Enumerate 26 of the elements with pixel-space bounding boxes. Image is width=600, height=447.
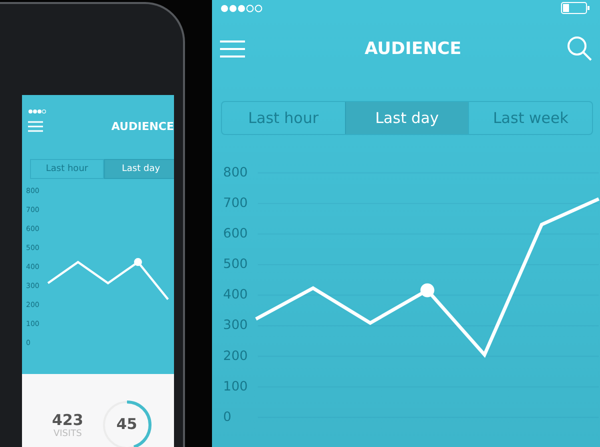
visits-label: VISITS (53, 428, 82, 438)
period-tab[interactable]: Last week (468, 102, 592, 134)
axis-label: 400 (223, 288, 248, 302)
ring-value: 45 (116, 414, 138, 432)
menu-icon[interactable] (28, 121, 43, 132)
period-tab[interactable]: Last hour (30, 159, 104, 179)
axis-label: 0 (223, 410, 232, 425)
screen-title: AUDIENCE (111, 120, 174, 133)
axis-label: 200 (223, 348, 248, 364)
axis-label: 700 (223, 196, 248, 211)
axis-label: 600 (223, 226, 248, 242)
point-marker (134, 258, 142, 266)
screen-title: AUDIENCE (364, 38, 462, 58)
search-icon[interactable] (567, 36, 592, 61)
point-marker (420, 283, 434, 298)
battery-icon (561, 2, 590, 14)
period-tab[interactable]: Last hour (222, 102, 345, 134)
axis-label: 800 (223, 165, 248, 180)
visits-count: 423 (52, 410, 84, 428)
axis-label: 500 (223, 256, 248, 272)
period-tab[interactable]: Last day (104, 159, 174, 179)
signal-icon (220, 4, 264, 12)
axis-label: 300 (223, 318, 248, 334)
menu-icon[interactable] (220, 40, 245, 58)
axis-label: 100 (223, 379, 248, 394)
period-tab[interactable]: Last day (344, 102, 468, 134)
